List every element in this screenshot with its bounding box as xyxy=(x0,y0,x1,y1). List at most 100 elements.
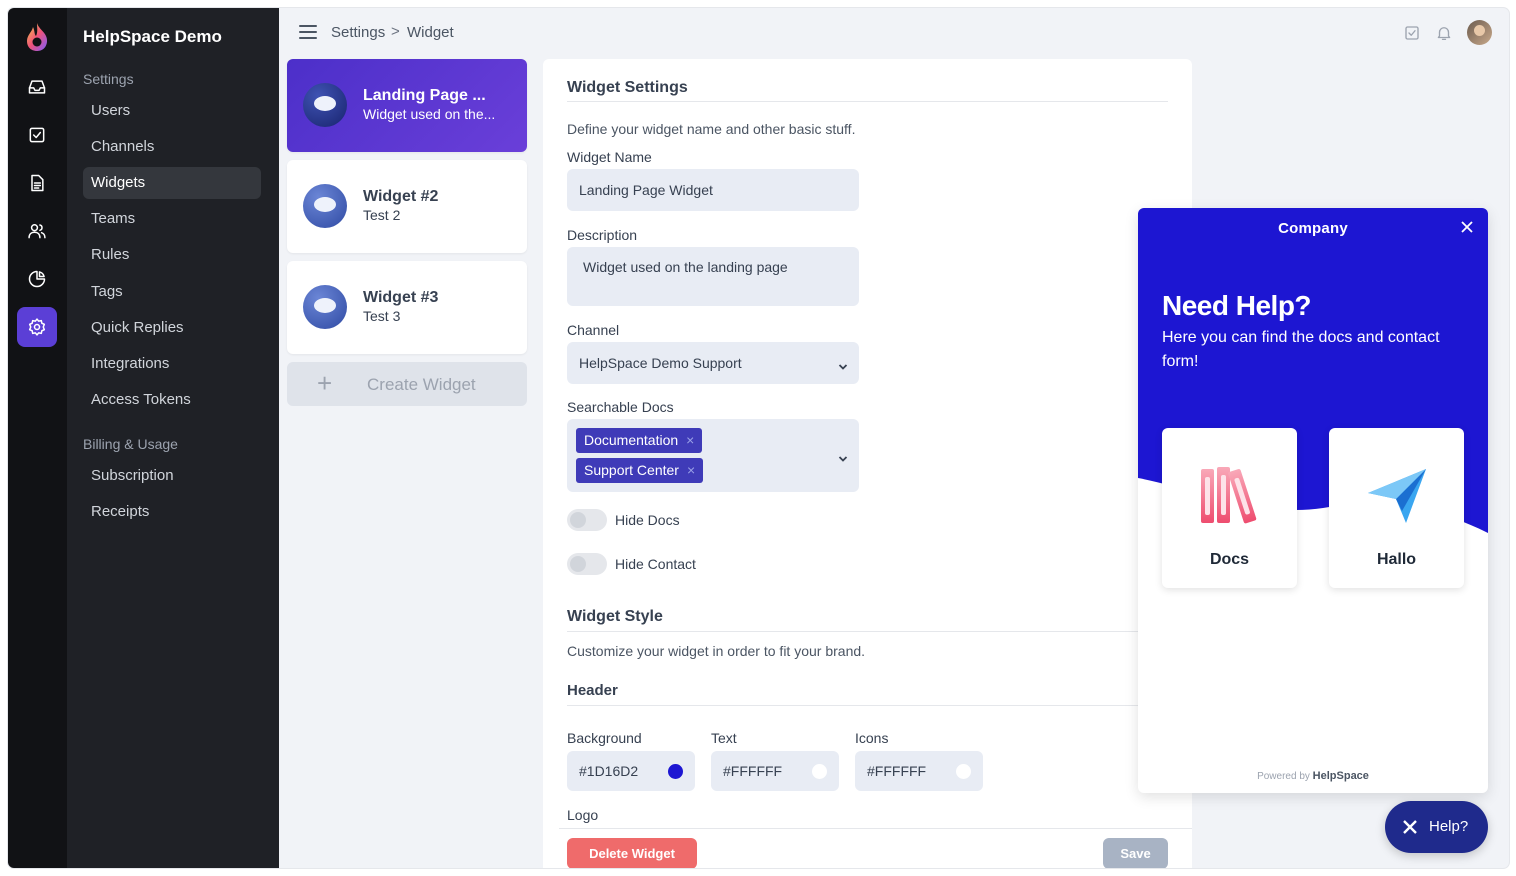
contact-card[interactable]: Hallo xyxy=(1329,428,1464,588)
delete-widget-button[interactable]: Delete Widget xyxy=(567,838,697,868)
widget-preview: Company Need Help? Here you can find the… xyxy=(1138,208,1488,793)
settings-icon[interactable] xyxy=(17,307,57,347)
reports-icon[interactable] xyxy=(17,259,57,299)
widget-name-label: Widget Name xyxy=(567,149,652,165)
save-button[interactable]: Save xyxy=(1103,838,1168,868)
help-launcher-button[interactable]: Help? xyxy=(1385,801,1488,853)
widget-settings-title: Widget Settings xyxy=(567,79,688,96)
create-widget-button[interactable]: + Create Widget xyxy=(287,362,527,406)
searchable-docs-multiselect[interactable]: Documentation × Support Center × xyxy=(567,419,859,492)
sidebar-item-widgets[interactable]: Widgets xyxy=(83,167,261,199)
plus-icon: + xyxy=(317,368,333,398)
powered-by-label: Powered by xyxy=(1257,771,1310,782)
breadcrumb-current: Widget xyxy=(407,24,454,41)
helpspace-logo-icon[interactable] xyxy=(24,22,50,52)
app-window: HelpSpace Demo Settings Users Channels W… xyxy=(8,8,1509,868)
tag-label: Support Center xyxy=(584,462,679,478)
remove-tag-icon[interactable]: × xyxy=(686,432,694,448)
chat-bubble-icon xyxy=(303,83,347,127)
description-label: Description xyxy=(567,227,638,243)
icons-color-input[interactable]: #FFFFFF xyxy=(855,751,983,791)
channel-select-value: HelpSpace Demo Support xyxy=(579,355,742,371)
description-textarea[interactable]: Widget used on the landing page xyxy=(567,247,859,306)
background-color-label: Background xyxy=(567,730,642,746)
powered-by: Powered by HelpSpace xyxy=(1138,770,1488,782)
hide-docs-label: Hide Docs xyxy=(615,512,680,528)
books-icon xyxy=(1199,463,1261,527)
background-color-input[interactable]: #1D16D2 xyxy=(567,751,695,791)
header-section-title: Header xyxy=(567,682,618,699)
divider xyxy=(567,705,1168,706)
task-check-icon[interactable] xyxy=(1403,24,1421,42)
remove-tag-icon[interactable]: × xyxy=(687,462,695,478)
sidebar-item-users[interactable]: Users xyxy=(83,95,261,127)
sidebar-item-rules[interactable]: Rules xyxy=(83,239,261,271)
sidebar-item-subscription[interactable]: Subscription xyxy=(83,460,261,492)
document-icon[interactable] xyxy=(17,163,57,203)
text-color-label: Text xyxy=(711,730,737,746)
breadcrumb-settings[interactable]: Settings xyxy=(331,24,385,41)
sidebar-item-access-tokens[interactable]: Access Tokens xyxy=(83,384,261,416)
helpspace-brand[interactable]: HelpSpace xyxy=(1313,770,1369,782)
sidebar-item-tags[interactable]: Tags xyxy=(83,276,261,308)
widget-preview-title: Need Help? xyxy=(1162,290,1312,321)
bell-icon[interactable] xyxy=(1435,24,1453,42)
close-icon xyxy=(1402,819,1418,835)
menu-icon[interactable] xyxy=(299,25,317,39)
hide-contact-toggle[interactable] xyxy=(567,553,607,575)
widget-card-3[interactable]: Widget #3 Test 3 xyxy=(287,261,527,354)
create-widget-label: Create Widget xyxy=(367,375,476,394)
tag-label: Documentation xyxy=(584,432,679,448)
widget-card-2[interactable]: Widget #2 Test 2 xyxy=(287,160,527,253)
workspace-title: HelpSpace Demo xyxy=(83,27,222,46)
icons-color-swatch[interactable] xyxy=(956,764,971,779)
widget-card-landing-page[interactable]: Landing Page ... Widget used on the... xyxy=(287,59,527,152)
sidebar-section-billing: Billing & Usage xyxy=(83,436,178,452)
text-color-input[interactable]: #FFFFFF xyxy=(711,751,839,791)
chevron-down-icon[interactable] xyxy=(838,359,848,370)
contact-card-label: Hallo xyxy=(1376,551,1417,568)
sidebar-item-integrations[interactable]: Integrations xyxy=(83,348,261,380)
paper-plane-icon xyxy=(1366,463,1428,527)
sidebar-section-settings: Settings xyxy=(83,71,134,87)
tasks-icon[interactable] xyxy=(17,115,57,155)
widget-card-subtitle: Widget used on the... xyxy=(363,106,496,122)
widget-settings-description: Define your widget name and other basic … xyxy=(567,121,856,137)
chevron-down-icon[interactable] xyxy=(838,451,848,462)
breadcrumb-separator: > xyxy=(391,23,400,40)
widget-style-title: Widget Style xyxy=(567,608,663,625)
text-color-swatch[interactable] xyxy=(812,764,827,779)
text-color-value: #FFFFFF xyxy=(723,763,783,779)
sidebar-item-quick-replies[interactable]: Quick Replies xyxy=(83,312,261,344)
background-color-swatch[interactable] xyxy=(668,764,683,779)
divider xyxy=(567,101,1168,102)
channel-label: Channel xyxy=(567,322,620,338)
user-avatar[interactable] xyxy=(1467,20,1492,45)
sidebar-item-teams[interactable]: Teams xyxy=(83,203,261,235)
divider xyxy=(567,631,1168,632)
sidebar-item-channels[interactable]: Channels xyxy=(83,131,261,163)
channel-select[interactable]: HelpSpace Demo Support xyxy=(567,342,859,384)
docs-card-label: Docs xyxy=(1209,551,1250,568)
tag-support-center: Support Center × xyxy=(576,458,704,483)
widget-card-subtitle: Test 2 xyxy=(363,207,401,223)
widget-name-input[interactable]: Landing Page Widget xyxy=(567,169,859,211)
background-color-value: #1D16D2 xyxy=(579,763,639,779)
docs-card[interactable]: Docs xyxy=(1162,428,1297,588)
searchable-docs-label: Searchable Docs xyxy=(567,399,674,415)
inbox-icon[interactable] xyxy=(17,67,57,107)
company-logo: Company xyxy=(1278,220,1348,237)
top-bar: Settings > Widget xyxy=(279,8,1509,58)
chat-bubble-icon xyxy=(303,285,347,329)
users-icon[interactable] xyxy=(17,211,57,251)
icon-rail xyxy=(8,8,67,868)
widget-settings-panel: Widget Settings Define your widget name … xyxy=(543,59,1192,868)
tag-documentation: Documentation × xyxy=(576,428,703,453)
widget-card-title: Landing Page ... xyxy=(363,87,486,104)
sidebar-item-receipts[interactable]: Receipts xyxy=(83,496,261,528)
hide-contact-label: Hide Contact xyxy=(615,556,696,572)
close-icon[interactable] xyxy=(1460,220,1474,234)
widget-card-title: Widget #3 xyxy=(363,289,439,306)
hide-docs-toggle[interactable] xyxy=(567,509,607,531)
logo-label: Logo xyxy=(567,807,599,823)
